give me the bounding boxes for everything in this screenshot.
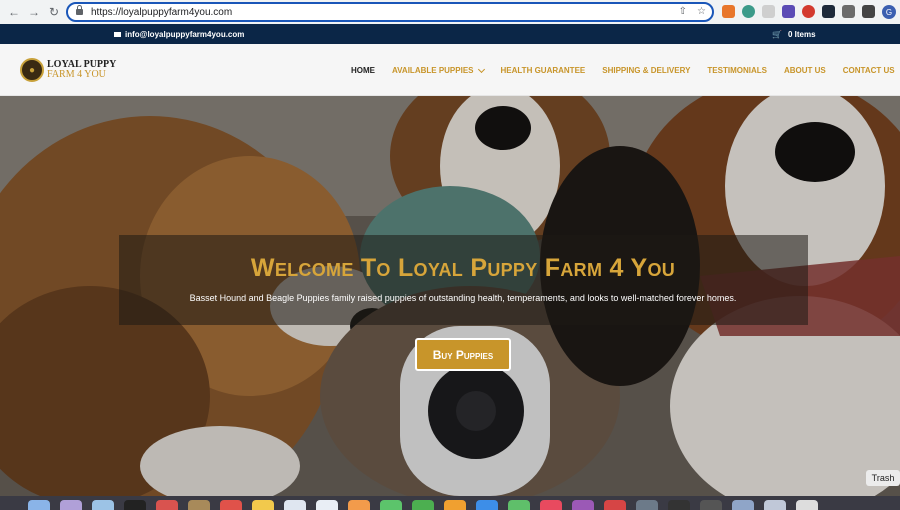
nav-available-puppies[interactable]: AVAILABLE PUPPIES [392, 65, 485, 75]
dog-logo-icon: ● [20, 58, 44, 82]
main-menu: HOME AVAILABLE PUPPIES HEALTH GUARANTEE … [351, 65, 895, 75]
reload-icon[interactable]: ↻ [44, 2, 64, 22]
share-icon[interactable]: ⇧ [679, 6, 687, 17]
cart-link[interactable]: 🛒 0 Items [772, 30, 816, 39]
extension-icon[interactable] [762, 5, 775, 18]
chevron-down-icon [477, 65, 485, 73]
email-link[interactable]: info@loyalpuppyfarm4you.com [114, 30, 244, 39]
site-header: ● LOYAL PUPPY FARM 4 YOU HOME AVAILABLE … [0, 44, 900, 96]
browser-toolbar: ← → ↻ https://loyalpuppyfarm4you.com ⇧ ☆… [0, 0, 900, 24]
app-icon[interactable] [508, 500, 530, 510]
notes-icon[interactable] [252, 500, 274, 510]
address-bar[interactable]: https://loyalpuppyfarm4you.com ⇧ ☆ [66, 2, 714, 22]
hero-subtitle: Basset Hound and Beagle Puppies family r… [189, 293, 737, 303]
puzzle-icon[interactable] [842, 5, 855, 18]
app-icon[interactable] [188, 500, 210, 510]
launchpad-icon[interactable] [60, 500, 82, 510]
cart-icon: 🛒 [772, 30, 782, 39]
extension-icon[interactable] [802, 5, 815, 18]
back-icon[interactable]: ← [4, 2, 24, 22]
photos-icon[interactable] [348, 500, 370, 510]
trash-icon[interactable] [796, 500, 818, 510]
trash-tooltip: Trash [866, 470, 900, 486]
app-icon[interactable] [604, 500, 626, 510]
nav-about-us[interactable]: ABOUT US [784, 66, 826, 75]
nav-home[interactable]: HOME [351, 66, 375, 75]
calendar-icon[interactable] [220, 500, 242, 510]
extension-icon[interactable] [822, 5, 835, 18]
app-icon[interactable] [732, 500, 754, 510]
logo-line2: FARM 4 YOU [47, 69, 106, 80]
profile-avatar[interactable]: G [882, 5, 896, 19]
nav-testimonials[interactable]: TESTIMONIALS [707, 66, 767, 75]
hero-section: Welcome To Loyal Puppy Farm 4 You Basset… [0, 96, 900, 496]
extension-icon[interactable] [742, 5, 755, 18]
nav-shipping-delivery[interactable]: SHIPPING & DELIVERY [602, 66, 690, 75]
finder-icon[interactable] [28, 500, 50, 510]
app-icon[interactable] [316, 500, 338, 510]
chrome-icon[interactable] [156, 500, 178, 510]
envelope-icon [114, 32, 121, 37]
email-text: info@loyalpuppyfarm4you.com [125, 30, 245, 39]
terminal-icon[interactable] [668, 500, 690, 510]
app-icon[interactable] [764, 500, 786, 510]
nav-available-puppies-label: AVAILABLE PUPPIES [392, 66, 474, 75]
app-store-icon[interactable] [476, 500, 498, 510]
hero-title: Welcome To Loyal Puppy Farm 4 You [250, 254, 676, 282]
bookmark-star-icon[interactable]: ☆ [697, 6, 706, 17]
facetime-icon[interactable] [412, 500, 434, 510]
site-logo[interactable]: ● LOYAL PUPPY FARM 4 YOU [20, 58, 116, 82]
settings-icon[interactable] [636, 500, 658, 510]
extension-icon[interactable] [722, 5, 735, 18]
podcasts-icon[interactable] [572, 500, 594, 510]
app-icon[interactable] [284, 500, 306, 510]
app-icon[interactable] [444, 500, 466, 510]
music-icon[interactable] [540, 500, 562, 510]
extension-icons: G [722, 5, 896, 19]
messages-icon[interactable] [380, 500, 402, 510]
forward-icon[interactable]: → [24, 2, 44, 22]
url-text: https://loyalpuppyfarm4you.com [91, 6, 233, 18]
nav-contact-us[interactable]: CONTACT US [843, 66, 895, 75]
lock-icon [76, 5, 83, 15]
app-icon[interactable] [124, 500, 146, 510]
app-icon[interactable] [700, 500, 722, 510]
nav-health-guarantee[interactable]: HEALTH GUARANTEE [501, 66, 586, 75]
extension-icon[interactable] [782, 5, 795, 18]
macos-dock [0, 496, 900, 510]
top-info-bar: info@loyalpuppyfarm4you.com 🛒 0 Items [0, 24, 900, 44]
safari-icon[interactable] [92, 500, 114, 510]
sidebar-icon[interactable] [862, 5, 875, 18]
cart-count: 0 Items [787, 30, 816, 39]
buy-puppies-button[interactable]: Buy Puppies [415, 338, 511, 371]
